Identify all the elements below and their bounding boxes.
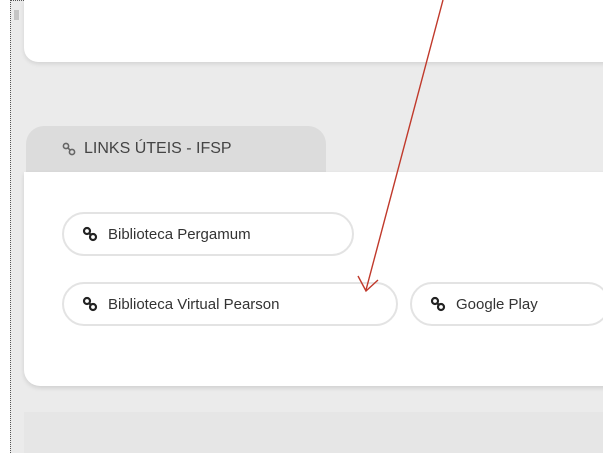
- link-label: Biblioteca Pergamum: [108, 225, 251, 243]
- link-google-play[interactable]: Google Play: [410, 282, 603, 326]
- top-card: [24, 0, 603, 62]
- next-section-strip: [24, 412, 603, 453]
- link-biblioteca-pergamum[interactable]: Biblioteca Pergamum: [62, 212, 354, 256]
- link-icon: [82, 296, 98, 312]
- link-label: Biblioteca Virtual Pearson: [108, 295, 280, 313]
- links-card: [24, 172, 603, 386]
- link-biblioteca-virtual-pearson[interactable]: Biblioteca Virtual Pearson: [62, 282, 398, 326]
- tab-links-uteis[interactable]: LINKS ÚTEIS - IFSP: [26, 126, 326, 172]
- link-icon: [82, 226, 98, 242]
- tab-label: LINKS ÚTEIS - IFSP: [84, 140, 232, 157]
- corner-mark: [14, 10, 19, 20]
- link-label: Google Play: [456, 295, 538, 313]
- link-icon: [62, 142, 76, 156]
- link-icon: [430, 296, 446, 312]
